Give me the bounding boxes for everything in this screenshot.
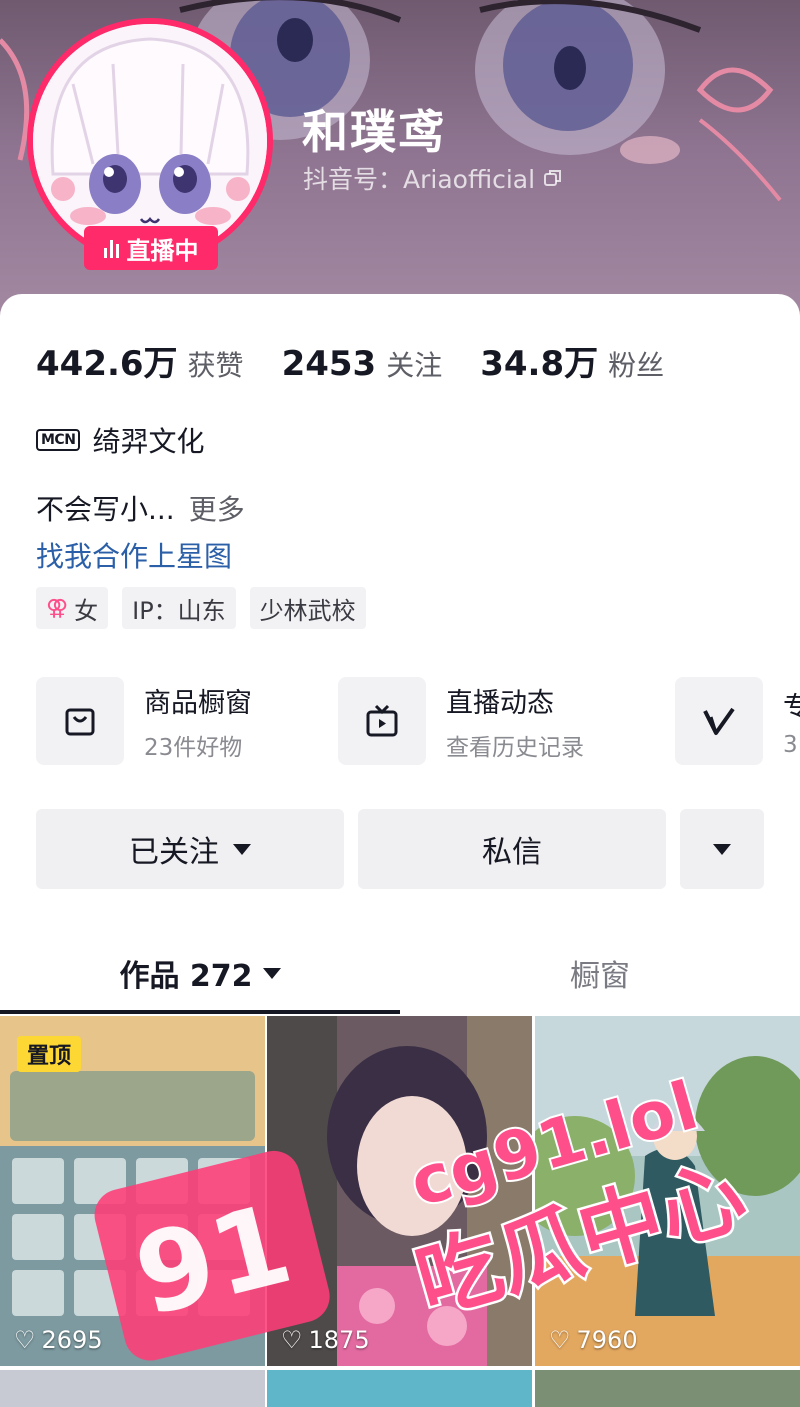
heart-icon: ♡ xyxy=(14,1326,36,1354)
caret-down-icon xyxy=(233,843,251,855)
mcn-name: 绮羿文化 xyxy=(92,425,205,458)
video-thumbnail[interactable] xyxy=(535,1370,800,1407)
feature-live-history[interactable]: 直播动态 查看历史记录 xyxy=(338,675,584,767)
followers-count[interactable]: 34.8万 xyxy=(480,336,598,385)
caret-down-icon xyxy=(262,967,281,979)
star-map-link[interactable]: 找我合作上星图 xyxy=(36,535,232,575)
feature-shop-subtitle: 23件好物 xyxy=(144,734,243,761)
video-thumbnail-image xyxy=(267,1370,532,1407)
video-likes-count: 1875 xyxy=(308,1326,370,1354)
video-likes: ♡ 2695 xyxy=(14,1326,103,1354)
message-button[interactable]: 私信 xyxy=(358,809,666,889)
followed-button[interactable]: 已关注 xyxy=(36,809,344,889)
content-tabs: 作品 272 橱窗 xyxy=(0,934,800,1016)
douyin-id-text: 抖音号：Ariaofficial xyxy=(303,165,536,194)
shopping-bag-icon xyxy=(36,677,124,765)
video-likes: ♡ 1875 xyxy=(281,1326,370,1354)
video-likes: ♡ 7960 xyxy=(549,1326,638,1354)
video-thumbnail[interactable] xyxy=(267,1370,532,1407)
douyin-id[interactable]: 抖音号：Ariaofficial xyxy=(303,160,563,196)
video-grid: 置顶 ♡ 2695 ♡ 1875 ♡ 7960 91 cg91.lol 吃瓜中心 xyxy=(0,1016,800,1407)
video-thumbnail-image xyxy=(535,1016,800,1366)
live-bars-icon xyxy=(103,238,119,258)
tab-works[interactable]: 作品 272 xyxy=(0,934,400,1012)
tag-ip: IP：山东 xyxy=(122,587,236,629)
following-label[interactable]: 关注 xyxy=(386,344,442,384)
mcn-badge-icon: MCN xyxy=(36,429,81,451)
pinned-badge: 置顶 xyxy=(17,1036,82,1072)
mcn-row[interactable]: MCN 绮羿文化 xyxy=(36,420,204,460)
profile-card: 442.6万 获赞 2453 关注 34.8万 粉丝 MCN 绮羿文化 不会写小… xyxy=(0,294,800,1407)
feature-shop-window[interactable]: 商品橱窗 23件好物 xyxy=(36,675,252,767)
video-likes-count: 7960 xyxy=(576,1326,638,1354)
tag-school[interactable]: 少林武校 xyxy=(249,587,366,629)
feature-third-subtitle: 3. xyxy=(783,731,800,758)
likes-label[interactable]: 获赞 xyxy=(188,344,244,384)
video-thumbnail[interactable]: ♡ 7960 xyxy=(535,1016,800,1366)
action-buttons: 已关注 私信 xyxy=(36,809,764,889)
following-count[interactable]: 2453 xyxy=(282,344,377,384)
profile-tags: ⚢ 女 IP：山东 少林武校 xyxy=(36,587,366,629)
feature-third-title: 专 xyxy=(783,691,800,723)
avatar-image xyxy=(33,24,267,258)
feature-live-subtitle: 查看历史记录 xyxy=(446,734,584,761)
v-icon xyxy=(675,677,763,765)
video-thumbnail-image xyxy=(0,1370,265,1407)
chevron-down-icon xyxy=(713,843,731,855)
followers-label[interactable]: 粉丝 xyxy=(608,344,664,384)
tv-icon xyxy=(338,677,426,765)
live-status-badge[interactable]: 直播中 xyxy=(84,226,218,270)
copy-icon[interactable] xyxy=(543,168,563,188)
bio: 不会写小... 更多 xyxy=(36,488,245,528)
active-tab-indicator xyxy=(0,1010,400,1014)
live-badge-label: 直播中 xyxy=(126,236,199,265)
tab-works-label: 作品 272 xyxy=(119,959,253,994)
heart-icon: ♡ xyxy=(549,1326,571,1354)
feature-third[interactable]: 专 3. xyxy=(675,675,800,767)
more-options-button[interactable] xyxy=(680,809,764,889)
likes-count: 442.6万 xyxy=(36,344,178,384)
feature-live-title: 直播动态 xyxy=(446,687,554,719)
video-thumbnail[interactable] xyxy=(0,1370,265,1407)
feature-shop-title: 商品橱窗 xyxy=(144,687,252,719)
feature-entries: 商品橱窗 23件好物 直播动态 查看历史记录 专 3 xyxy=(36,675,800,767)
tag-school-label: 少林武校 xyxy=(259,596,356,625)
profile-name: 和璞鸢 xyxy=(302,105,446,159)
tag-gender: ⚢ 女 xyxy=(36,587,109,629)
followed-button-label: 已关注 xyxy=(129,835,219,870)
video-thumbnail-image xyxy=(267,1016,532,1366)
message-button-label: 私信 xyxy=(482,835,542,870)
tag-gender-label: 女 xyxy=(74,596,99,625)
bio-more-link[interactable]: 更多 xyxy=(189,493,245,526)
video-thumbnail[interactable]: 置顶 ♡ 2695 xyxy=(0,1016,265,1366)
female-icon: ⚢ xyxy=(46,595,69,621)
profile-stats: 442.6万 获赞 2453 关注 34.8万 粉丝 xyxy=(36,336,664,385)
video-thumbnail-image xyxy=(535,1370,800,1407)
heart-icon: ♡ xyxy=(281,1326,303,1354)
tab-shop-window[interactable]: 橱窗 xyxy=(400,934,800,1012)
profile-banner: 直播中 和璞鸢 抖音号：Ariaofficial xyxy=(0,0,800,330)
video-thumbnail[interactable]: ♡ 1875 xyxy=(267,1016,532,1366)
tag-ip-label: IP：山东 xyxy=(132,596,226,625)
tab-shop-window-label: 橱窗 xyxy=(570,959,630,994)
bio-text: 不会写小... xyxy=(36,493,175,526)
video-likes-count: 2695 xyxy=(41,1326,103,1354)
